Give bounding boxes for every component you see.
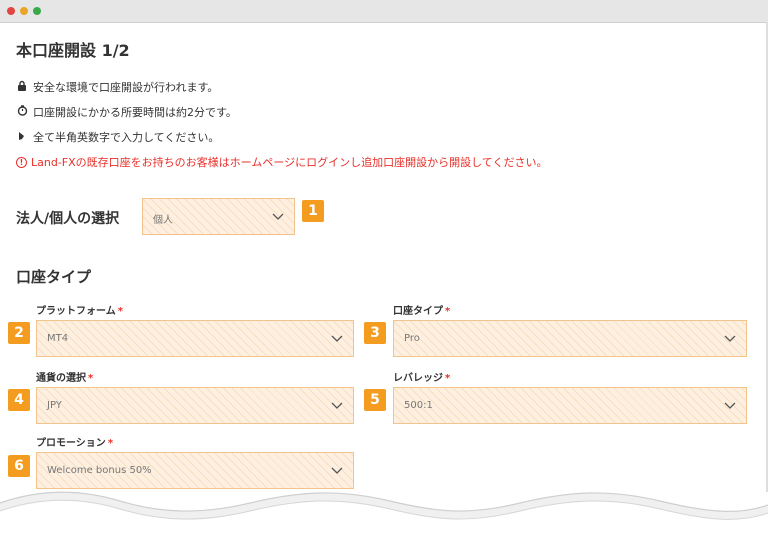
account-type-section-title: 口座タイプ — [16, 268, 92, 286]
platform-select[interactable]: MT4 — [36, 320, 354, 357]
account-type-select-value: Pro — [404, 333, 420, 344]
close-window-icon[interactable] — [7, 7, 15, 15]
promotion-select-value: Welcome bonus 50% — [47, 465, 152, 476]
pen-icon — [16, 130, 28, 144]
lock-icon — [16, 80, 28, 94]
note-halfwidth: 全て半角英数字で入力してください。 — [16, 129, 219, 145]
torn-edge-decoration — [0, 491, 768, 535]
promotion-select[interactable]: Welcome bonus 50% — [36, 452, 354, 489]
chevron-down-icon — [724, 402, 736, 409]
page-title: 本口座開設 1/2 — [16, 41, 130, 60]
account-type-label: 口座タイプ * — [393, 306, 451, 317]
note-secure: 安全な環境で口座開設が行われます。 — [16, 79, 218, 95]
leverage-select[interactable]: 500:1 — [393, 387, 747, 424]
entity-select-value: 個人 — [153, 215, 173, 226]
step-badge-1: 1 — [302, 200, 324, 222]
step-badge-6: 6 — [8, 455, 30, 477]
currency-label: 通貨の選択 * — [36, 373, 94, 384]
step-badge-3: 3 — [364, 322, 386, 344]
entity-label: 法人/個人の選択 — [16, 211, 120, 227]
leverage-label: レバレッジ * — [393, 373, 451, 384]
minimize-window-icon[interactable] — [20, 7, 28, 15]
note-text: 口座開設にかかる所要時間は約2分です。 — [33, 106, 237, 119]
timer-icon — [16, 105, 28, 119]
browser-window: 本口座開設 1/2 安全な環境で口座開設が行われます。 口座開設にかかる所要時間… — [0, 0, 768, 535]
chevron-down-icon — [724, 335, 736, 342]
leverage-select-value: 500:1 — [404, 400, 433, 411]
step-badge-5: 5 — [364, 389, 386, 411]
warning-circle-icon: ! — [16, 156, 27, 168]
chevron-down-icon — [272, 213, 284, 220]
step-badge-4: 4 — [8, 389, 30, 411]
promotion-label: プロモーション * — [36, 438, 114, 449]
maximize-window-icon[interactable] — [33, 7, 41, 15]
warning-text: Land-FXの既存口座をお持ちのお客様はホームページにログインし追加口座開設か… — [31, 156, 548, 169]
chevron-down-icon — [331, 467, 343, 474]
platform-select-value: MT4 — [47, 333, 69, 344]
chevron-down-icon — [331, 402, 343, 409]
note-time: 口座開設にかかる所要時間は約2分です。 — [16, 104, 237, 120]
warning-existing-account: ! Land-FXの既存口座をお持ちのお客様はホームページにログインし追加口座開… — [16, 154, 547, 170]
window-titlebar — [0, 0, 768, 23]
note-text: 安全な環境で口座開設が行われます。 — [33, 81, 219, 94]
currency-select-value: JPY — [47, 400, 62, 411]
entity-select[interactable]: 個人 — [142, 198, 295, 235]
currency-select[interactable]: JPY — [36, 387, 354, 424]
platform-label: プラットフォーム * — [36, 306, 123, 317]
chevron-down-icon — [331, 335, 343, 342]
note-text: 全て半角英数字で入力してください。 — [33, 131, 220, 144]
account-type-select[interactable]: Pro — [393, 320, 747, 357]
step-badge-2: 2 — [8, 322, 30, 344]
